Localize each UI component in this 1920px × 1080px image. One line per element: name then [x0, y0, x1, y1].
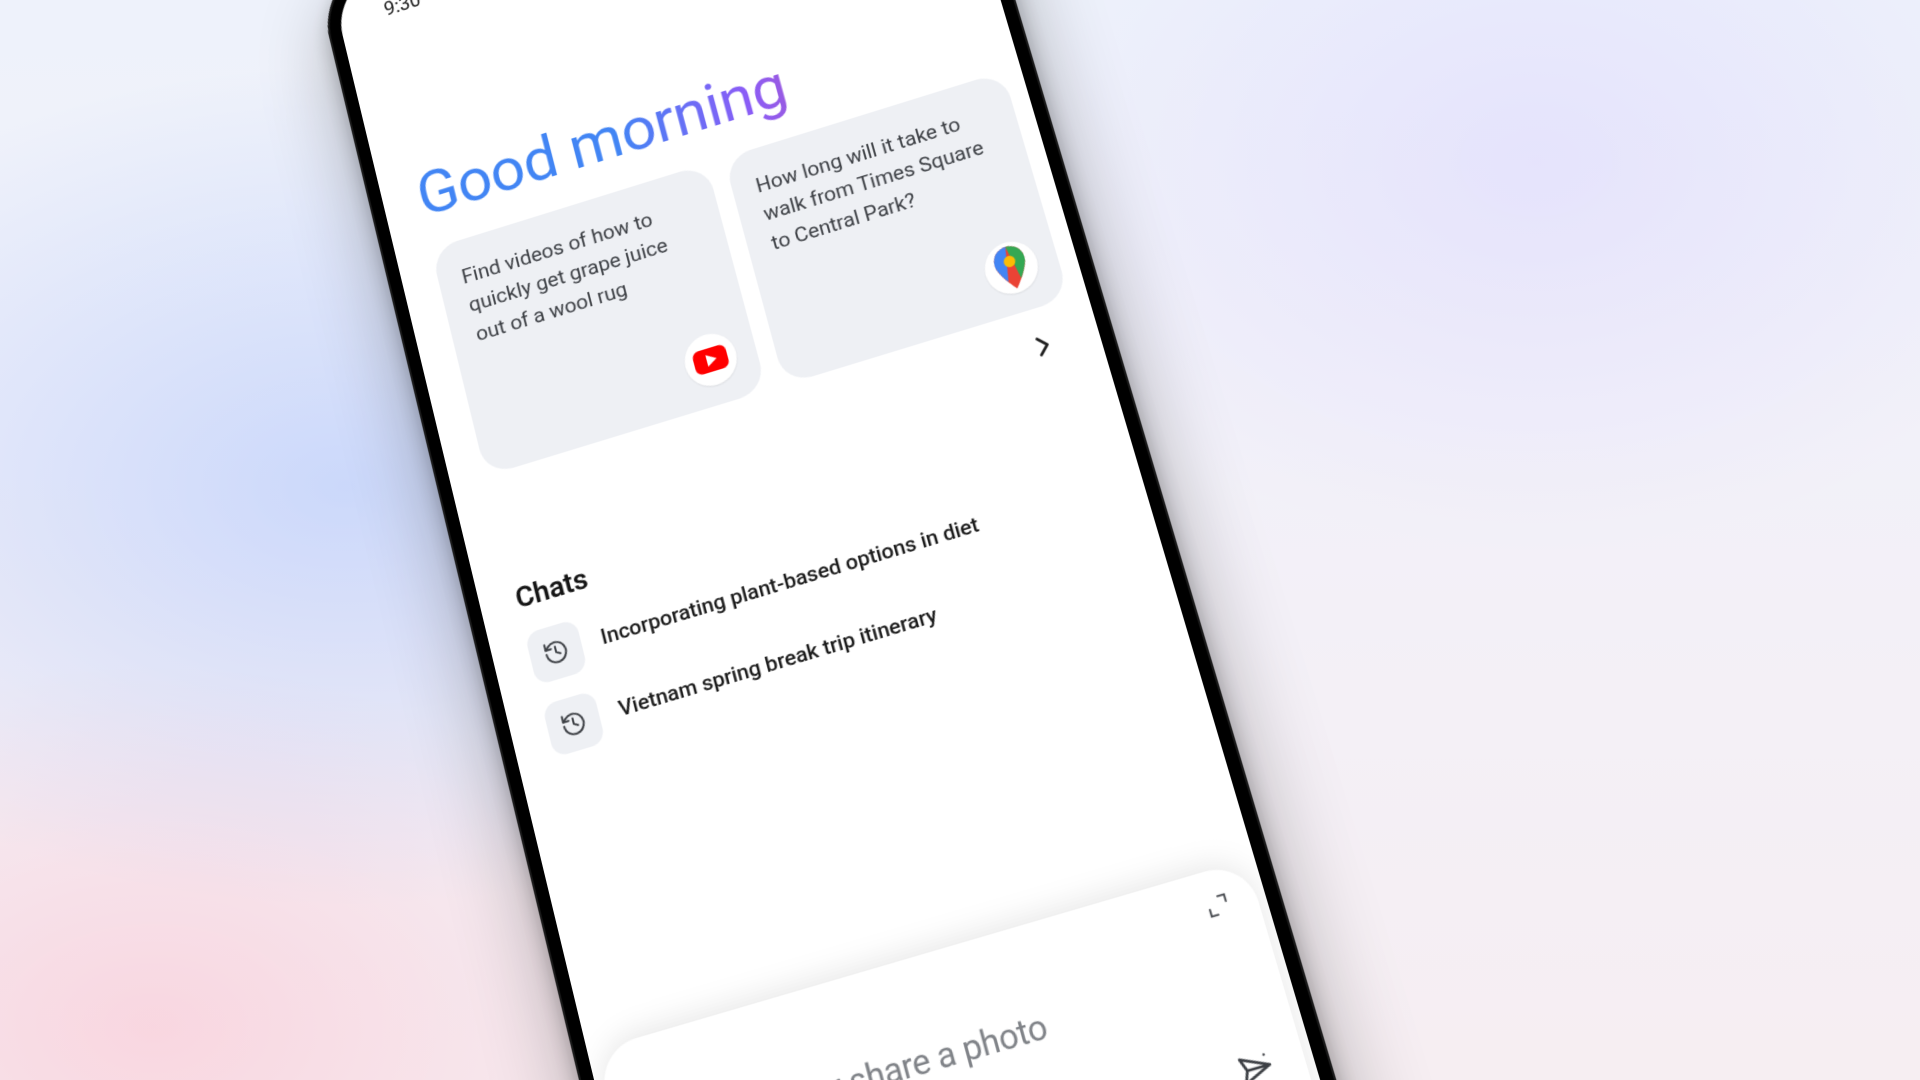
cards-next-button[interactable] [1025, 328, 1062, 367]
chat-title: Incorporating plant-based options in die… [598, 513, 981, 650]
history-icon [542, 690, 606, 758]
chat-row[interactable]: Incorporating plant-based options in die… [524, 461, 1113, 686]
input-sheet[interactable]: Type, talk, or share a photo [596, 859, 1342, 1080]
history-icon [524, 619, 588, 686]
chat-list: Incorporating plant-based options in die… [524, 461, 1134, 758]
status-time: 9:30 [382, 0, 423, 20]
send-button[interactable] [1233, 1045, 1281, 1080]
expand-button[interactable] [1203, 891, 1234, 925]
maps-icon [979, 235, 1044, 300]
chats-heading: Chats [512, 561, 591, 615]
suggestion-text: Find videos of how to quickly get grape … [459, 193, 712, 350]
phone-screen: 9:30 5G Good morning Find videos [331, 0, 1353, 1080]
input-placeholder: Type, talk, or share a photo [659, 1005, 1051, 1080]
suggestion-text: How long will it take to walk from Times… [753, 101, 1011, 259]
text-input[interactable]: Type, talk, or share a photo [649, 948, 1246, 1080]
chevron-right-icon [1025, 328, 1061, 364]
youtube-icon [679, 327, 743, 392]
phone-frame: 9:30 5G Good morning Find videos [315, 0, 1372, 1080]
